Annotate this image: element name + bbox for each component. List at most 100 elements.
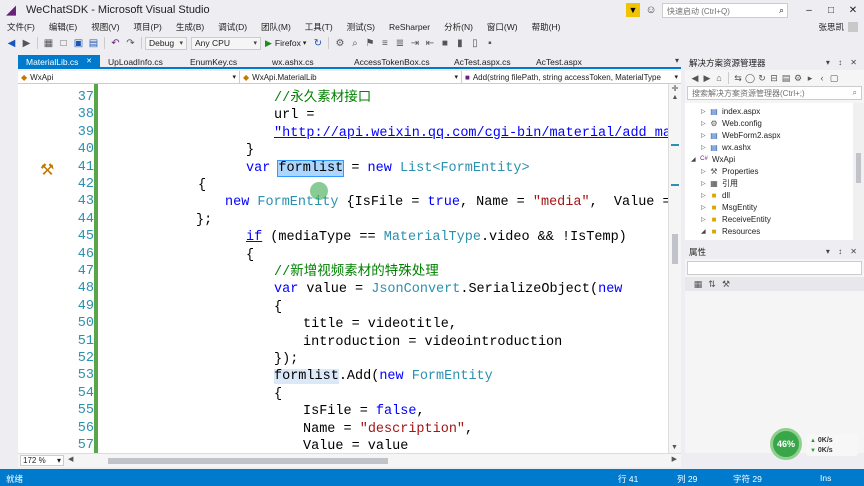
new-project-icon[interactable]: ▦ (41, 38, 56, 49)
type-dropdown[interactable]: ◆ WxApi.MaterialLib ▾ (240, 71, 462, 83)
collapse-all-icon[interactable]: ⊟ (768, 73, 780, 84)
menu-test[interactable]: 测试(S) (340, 21, 382, 33)
tab-overflow-icon[interactable]: ▾ (675, 56, 679, 65)
code-icon[interactable]: ‹ (816, 73, 828, 83)
properties-object-select[interactable] (687, 261, 862, 275)
preview-icon[interactable]: ▸ (804, 73, 816, 84)
expand-icon[interactable]: ▷ (701, 204, 709, 211)
bookmark-icon[interactable]: ⚑ (362, 38, 377, 49)
tree-item-references[interactable]: ▷ ▦ 引用 (701, 177, 738, 189)
solution-platform-select[interactable]: Any CPU ▾ (191, 36, 261, 50)
tab-materiallib-cs[interactable]: MaterialLib.cs ✕ (18, 55, 100, 67)
notification-filter-icon[interactable]: ▼ (626, 3, 640, 17)
menu-project[interactable]: 项目(P) (127, 21, 169, 33)
quick-launch-input[interactable]: 快速启动 (Ctrl+Q) ⌕ (662, 2, 788, 18)
sync-icon[interactable]: ⇆ (732, 73, 744, 84)
prev-bookmark-icon[interactable]: ▯ (467, 38, 482, 49)
menu-analyze[interactable]: 分析(N) (437, 21, 480, 33)
open-file-icon[interactable]: □ (56, 38, 71, 49)
alphabetical-icon[interactable]: ⇅ (705, 279, 719, 290)
scroll-left-icon[interactable]: ◀ (68, 455, 73, 463)
forward-icon[interactable]: ▶ (701, 73, 713, 84)
zoom-select[interactable]: 172 % ▾ (20, 455, 64, 466)
comment-icon[interactable]: ≡ (377, 38, 392, 49)
scroll-thumb[interactable] (108, 457, 388, 464)
tree-item-wx-ashx[interactable]: ▷ ▤ wx.ashx (701, 141, 751, 153)
maximize-button[interactable]: □ (820, 5, 842, 16)
collapse-icon[interactable]: ◢ (701, 228, 709, 235)
code-editor[interactable]: ⚒ 37 38 39 40 41 42 43 44 45 46 47 48 49… (18, 84, 668, 453)
toggle-bookmark-icon[interactable]: ■ (437, 38, 452, 49)
categorized-icon[interactable]: ▦ (691, 279, 705, 290)
menu-build[interactable]: 生成(B) (169, 21, 211, 33)
editor-horizontal-scrollbar[interactable]: ◀ ▶ (68, 455, 677, 465)
scroll-thumb[interactable] (672, 234, 678, 264)
expand-icon[interactable]: ▷ (701, 180, 709, 187)
menu-window[interactable]: 窗口(W) (480, 21, 525, 33)
expand-icon[interactable]: ▷ (701, 192, 709, 199)
tree-item-wxapi-project[interactable]: ◢ C# WxApi (691, 153, 735, 165)
expand-icon[interactable]: ▷ (701, 144, 709, 151)
member-dropdown[interactable]: ■ Add(string filePath, string accessToken… (462, 71, 681, 83)
quick-actions-hammer-icon[interactable]: ⚒ (40, 160, 56, 179)
panel-window-buttons[interactable]: ▾ ↕ ✕ (826, 58, 860, 67)
tree-item-dll[interactable]: ▷ ■ dll (701, 189, 730, 201)
undo-icon[interactable]: ↶ (108, 38, 123, 49)
menu-debug[interactable]: 调试(D) (211, 21, 254, 33)
tree-item-webform2-aspx[interactable]: ▷ ▤ WebForm2.aspx (701, 129, 781, 141)
solution-configuration-select[interactable]: Debug ▾ (145, 36, 187, 50)
editor-vertical-scrollbar[interactable]: ✛ ▲ ▼ (668, 84, 681, 453)
next-bookmark-icon[interactable]: ▮ (452, 38, 467, 49)
start-debugging-button[interactable]: ▶ Firefox ▾ (265, 38, 306, 49)
properties-icon[interactable]: ⚙ (792, 73, 804, 84)
expand-icon[interactable]: ▷ (701, 132, 709, 139)
url-link[interactable]: "http://api.weixin.qq.com/cgi-bin/materi… (274, 126, 668, 141)
tab-uploadinfo-cs[interactable]: UpLoadInfo.cs (100, 55, 182, 67)
scroll-right-icon[interactable]: ▶ (672, 455, 677, 463)
browser-link-icon[interactable]: ⚙ (332, 38, 347, 49)
redo-icon[interactable]: ↷ (123, 38, 138, 49)
navigate-back-icon[interactable]: ◀ (4, 38, 19, 49)
code-area[interactable]: //永久素材接口 url = "http://api.weixin.qq.com… (108, 84, 668, 453)
save-all-icon[interactable]: ▤ (86, 38, 101, 49)
scroll-up-icon[interactable]: ▲ (669, 94, 681, 101)
tree-item-msgentity[interactable]: ▷ ■ MsgEntity (701, 201, 757, 213)
menu-file[interactable]: 文件(F) (0, 21, 42, 33)
menu-edit[interactable]: 编辑(E) (42, 21, 84, 33)
tree-item-web-config[interactable]: ▷ ⚙ Web.config (701, 117, 762, 129)
split-window-icon[interactable]: ✛ (669, 84, 681, 93)
tab-actest-aspx-cs[interactable]: AcTest.aspx.cs (446, 55, 528, 67)
menu-view[interactable]: 视图(V) (84, 21, 126, 33)
menu-resharper[interactable]: ReSharper (382, 22, 437, 32)
solution-search-input[interactable]: 搜索解决方案资源管理器(Ctrl+;) ⌕ (687, 86, 862, 100)
refresh-icon[interactable]: ↻ (756, 73, 768, 84)
expand-icon[interactable]: ▷ (701, 216, 709, 223)
tree-item-properties[interactable]: ▷ ⚒ Properties (701, 165, 758, 177)
find-icon[interactable]: ⌕ (347, 38, 362, 49)
close-tab-icon[interactable]: ✕ (86, 57, 92, 67)
pending-changes-icon[interactable]: ◯ (744, 73, 756, 84)
menu-help[interactable]: 帮助(H) (525, 21, 568, 33)
save-icon[interactable]: ▣ (71, 38, 86, 49)
outdent-icon[interactable]: ⇤ (422, 38, 437, 49)
menu-team[interactable]: 团队(M) (254, 21, 298, 33)
close-button[interactable]: ✕ (842, 5, 864, 16)
tab-wx-ashx-cs[interactable]: wx.ashx.cs (264, 55, 346, 67)
expand-icon[interactable]: ▷ (701, 120, 709, 127)
tab-accesstokenbox-cs[interactable]: AccessTokenBox.cs (346, 55, 446, 67)
show-all-files-icon[interactable]: ▤ (780, 73, 792, 84)
panel-window-buttons[interactable]: ▾ ↕ ✕ (826, 247, 860, 256)
tab-enumkey-cs[interactable]: EnumKey.cs (182, 55, 264, 67)
minimize-button[interactable]: – (798, 5, 820, 16)
tree-item-resources[interactable]: ◢ ■ Resources (701, 225, 760, 237)
indent-icon[interactable]: ⇥ (407, 38, 422, 49)
user-account[interactable]: 张思凯 (818, 20, 858, 34)
solution-tree-scrollbar[interactable] (853, 103, 864, 240)
home-icon[interactable]: ⌂ (713, 73, 725, 83)
feedback-smiley-icon[interactable]: ☺ (644, 3, 658, 17)
clear-bookmarks-icon[interactable]: ▪ (482, 38, 497, 49)
class-diagram-icon[interactable]: ▢ (828, 73, 840, 84)
property-pages-icon[interactable]: ⚒ (719, 279, 733, 290)
uncomment-icon[interactable]: ≣ (392, 38, 407, 49)
tree-item-index-aspx[interactable]: ▷ ▤ index.aspx (701, 105, 760, 117)
